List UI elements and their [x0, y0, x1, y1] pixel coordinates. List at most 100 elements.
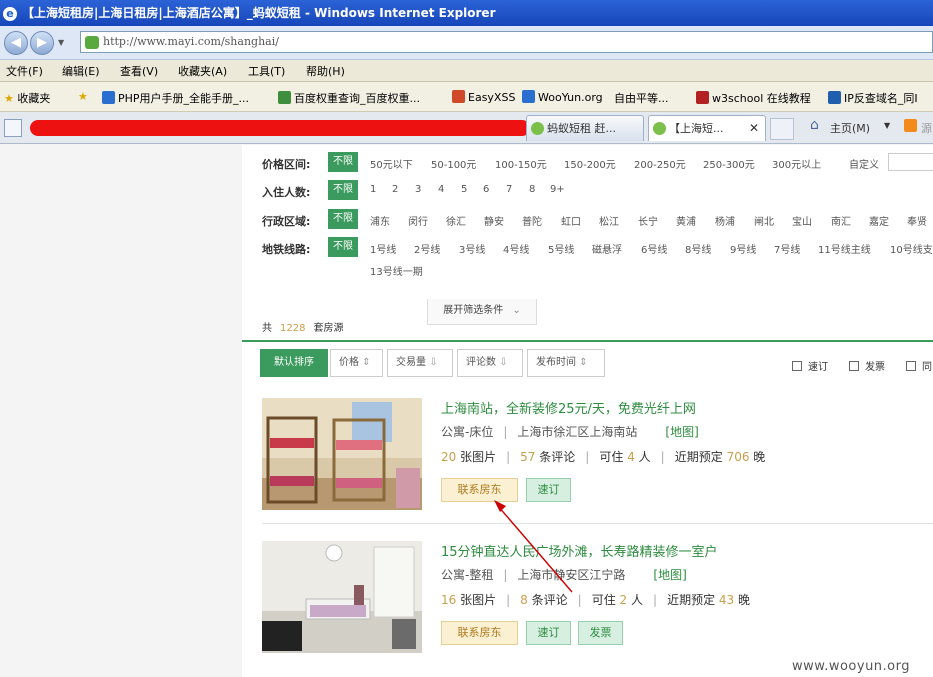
- sort-default-button[interactable]: 默认排序: [260, 349, 328, 377]
- fav-link-easyxss[interactable]: EasyXSS: [452, 90, 515, 104]
- listing-type: 公寓-整租: [441, 568, 494, 582]
- metro-option[interactable]: 10号线支: [890, 241, 933, 256]
- district-option[interactable]: 闸北: [754, 213, 774, 228]
- district-option[interactable]: 闵行: [408, 213, 428, 228]
- filter-unlimited-button[interactable]: 不限: [328, 152, 358, 172]
- menu-help[interactable]: 帮助(H): [306, 63, 345, 79]
- metro-option[interactable]: 6号线: [641, 241, 667, 256]
- district-option[interactable]: 长宁: [638, 213, 658, 228]
- fav-link-w3school[interactable]: w3school 在线教程: [696, 90, 811, 106]
- map-link[interactable]: [地图]: [653, 568, 686, 582]
- listing-photo[interactable]: [262, 398, 422, 510]
- metro-option[interactable]: 磁悬浮: [592, 241, 622, 256]
- guests-option[interactable]: 9+: [550, 184, 565, 195]
- metro-option[interactable]: 7号线: [774, 241, 800, 256]
- third-checkbox[interactable]: 同: [906, 358, 932, 373]
- district-option[interactable]: 嘉定: [869, 213, 889, 228]
- guests-option[interactable]: 7: [506, 184, 512, 195]
- filter-unlimited-button[interactable]: 不限: [328, 209, 358, 229]
- invoice-checkbox[interactable]: 发票: [849, 358, 885, 373]
- metro-option[interactable]: 9号线: [730, 241, 756, 256]
- back-button[interactable]: ◀: [4, 31, 28, 55]
- price-option[interactable]: 300元以上: [772, 156, 821, 171]
- close-tab-icon[interactable]: ✕: [749, 116, 759, 141]
- new-tab-button[interactable]: [770, 118, 794, 140]
- fav-link-freedom[interactable]: 自由平等...: [614, 90, 669, 106]
- district-option[interactable]: 南汇: [831, 213, 851, 228]
- quick-book-checkbox[interactable]: 速订: [792, 358, 828, 373]
- sort-time-button[interactable]: 发布时间 ⇕: [527, 349, 605, 377]
- district-option[interactable]: 虹口: [561, 213, 581, 228]
- listing-title-link[interactable]: 上海南站，全新装修25元/天，免费光纤上网: [441, 398, 696, 417]
- district-option[interactable]: 徐汇: [446, 213, 466, 228]
- price-option[interactable]: 50元以下: [370, 156, 413, 171]
- tab-mayi-active[interactable]: 【上海短... ✕: [648, 115, 766, 141]
- quick-book-button[interactable]: 速订: [526, 478, 571, 502]
- favorites-button[interactable]: ★ 收藏夹: [4, 90, 50, 106]
- price-option[interactable]: 50-100元: [431, 156, 476, 171]
- guests-option[interactable]: 8: [529, 184, 535, 195]
- sort-reviews-button[interactable]: 评论数 ⇩: [457, 349, 523, 377]
- fav-link-baidu[interactable]: 百度权重查询_百度权重...: [278, 90, 420, 106]
- menu-edit[interactable]: 编辑(E): [62, 63, 100, 79]
- home-dropdown-icon[interactable]: ▼: [884, 121, 890, 130]
- filter-row-guests: 入住人数: 不限 1 2 3 4 5 6 7 8 9+: [242, 180, 933, 202]
- district-option[interactable]: 静安: [484, 213, 504, 228]
- metro-option[interactable]: 2号线: [414, 241, 440, 256]
- fav-link-php[interactable]: PHP用户手册_全能手册_...: [102, 90, 249, 106]
- district-option[interactable]: 黄浦: [676, 213, 696, 228]
- guests-option[interactable]: 1: [370, 184, 376, 195]
- guests-option[interactable]: 2: [392, 184, 398, 195]
- guests-option[interactable]: 5: [461, 184, 467, 195]
- filter-unlimited-button[interactable]: 不限: [328, 237, 358, 257]
- map-link[interactable]: [地图]: [665, 425, 698, 439]
- expand-filters-button[interactable]: 展开筛选条件 ⌄: [427, 299, 537, 325]
- fav-link-wooyun[interactable]: WooYun.org: [522, 90, 603, 104]
- menu-file[interactable]: 文件(F): [6, 63, 43, 79]
- tab-mayi-1[interactable]: 蚂蚁短租 赶...: [526, 115, 644, 141]
- district-option[interactable]: 杨浦: [715, 213, 735, 228]
- quick-book-button[interactable]: 速订: [526, 621, 571, 645]
- fav-link-ip[interactable]: IP反查域名_同I: [828, 90, 918, 106]
- guests-option[interactable]: 6: [483, 184, 489, 195]
- menu-tools[interactable]: 工具(T): [248, 63, 285, 79]
- district-option[interactable]: 普陀: [522, 213, 542, 228]
- price-option[interactable]: 200-250元: [634, 156, 686, 171]
- filter-unlimited-button[interactable]: 不限: [328, 180, 358, 200]
- add-favorite-button[interactable]: ★: [78, 90, 88, 103]
- metro-option[interactable]: 4号线: [503, 241, 529, 256]
- price-option[interactable]: 250-300元: [703, 156, 755, 171]
- metro-option[interactable]: 5号线: [548, 241, 574, 256]
- contact-host-button[interactable]: 联系房东: [441, 621, 518, 645]
- metro-option[interactable]: 8号线: [685, 241, 711, 256]
- guests-option[interactable]: 4: [438, 184, 444, 195]
- forward-button[interactable]: ▶: [30, 31, 54, 55]
- rss-icon[interactable]: [904, 119, 917, 132]
- metro-option[interactable]: 11号线主线: [818, 241, 871, 256]
- metro-option[interactable]: 3号线: [459, 241, 485, 256]
- custom-price-input[interactable]: [888, 153, 933, 171]
- url-input[interactable]: http://www.mayi.com/shanghai/: [80, 31, 933, 53]
- metro-option[interactable]: 13号线一期: [370, 263, 423, 278]
- contact-host-button[interactable]: 联系房东: [441, 478, 518, 502]
- history-dropdown-icon[interactable]: ▼: [58, 38, 64, 47]
- sort-deals-button[interactable]: 交易量 ⇩: [387, 349, 453, 377]
- menu-view[interactable]: 查看(V): [120, 63, 158, 79]
- home-icon[interactable]: ⌂: [810, 117, 819, 133]
- price-option[interactable]: 150-200元: [564, 156, 616, 171]
- guests-option[interactable]: 3: [415, 184, 421, 195]
- price-option[interactable]: 100-150元: [495, 156, 547, 171]
- district-option[interactable]: 松江: [599, 213, 619, 228]
- separator: |: [577, 593, 582, 607]
- district-option[interactable]: 宝山: [792, 213, 812, 228]
- home-label[interactable]: 主页(M): [830, 120, 870, 136]
- district-option[interactable]: 奉贤: [907, 213, 927, 228]
- quick-tabs-icon[interactable]: [4, 119, 22, 137]
- sort-price-button[interactable]: 价格 ⇕: [330, 349, 383, 377]
- menu-favorites[interactable]: 收藏夹(A): [178, 63, 227, 79]
- listing-title-link[interactable]: 15分钟直达人民广场外滩，长寿路精装修一室户: [441, 541, 718, 560]
- metro-option[interactable]: 1号线: [370, 241, 396, 256]
- listing-photo[interactable]: [262, 541, 422, 653]
- invoice-button[interactable]: 发票: [578, 621, 623, 645]
- district-option[interactable]: 浦东: [370, 213, 390, 228]
